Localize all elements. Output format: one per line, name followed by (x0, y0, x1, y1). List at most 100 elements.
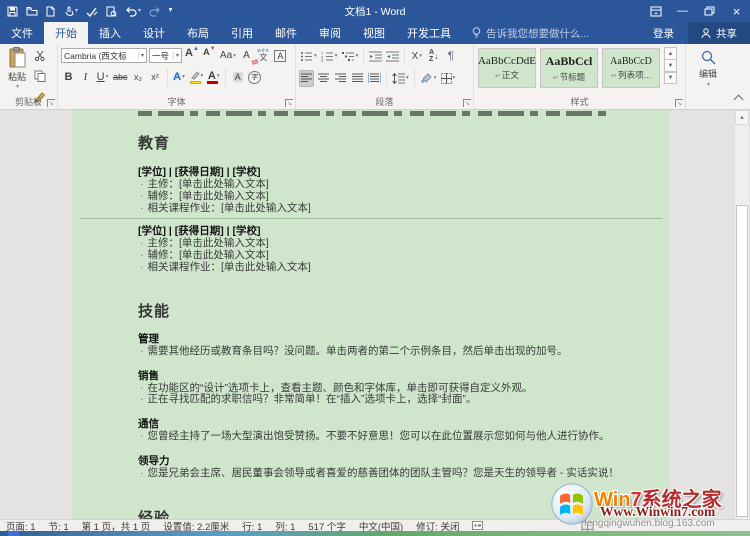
section-heading-skills: 技能 (138, 300, 670, 321)
tab-developer[interactable]: 开发工具 (396, 22, 462, 44)
clipboard-dialog-launcher[interactable]: ↘ (47, 99, 55, 107)
paragraph-dialog-launcher[interactable]: ↘ (463, 99, 471, 107)
close-button[interactable]: × (723, 0, 750, 22)
tab-design[interactable]: 设计 (132, 22, 176, 44)
style-list-item[interactable]: AaBbCcD 列表项... (602, 48, 660, 88)
gallery-more-icon[interactable]: ▼ (664, 71, 677, 84)
style-gallery: AaBbCcDdE 正文 AaBbCcl 节标题 AaBbCcD 列表项... (474, 46, 662, 88)
clipboard-group: 粘贴 ▾ 剪贴板 ↘ (0, 44, 58, 109)
word-window: ▾ ▾ ▾ 文档1 - Word — × 文件 开始 插入 设计 布局 引用 邮… (0, 0, 750, 536)
undo-icon[interactable]: ▾ (125, 6, 141, 17)
skill-bullet: 您是兄弟会主席、居民董事会领导或者喜爱的慈善团体的团队主管吗？您是天生的领导者 … (140, 468, 670, 480)
tell-me-box[interactable]: 告诉我您想要做什么... (472, 22, 589, 44)
sort-button[interactable]: AZ↓ (426, 48, 441, 65)
multilevel-list-button[interactable]: ▾ (341, 48, 360, 65)
row-divider (80, 218, 662, 219)
underline-button[interactable]: U▾ (95, 69, 110, 86)
tab-layout[interactable]: 布局 (176, 22, 220, 44)
style-normal[interactable]: AaBbCcDdE 正文 (478, 48, 536, 88)
italic-button[interactable]: I (78, 69, 93, 86)
skill-title: 通信 (138, 418, 670, 430)
paragraph-group-label: 段落 (296, 95, 473, 108)
shading-button[interactable]: ▾ (419, 70, 438, 87)
justify-button[interactable] (350, 70, 365, 87)
enclose-characters-button[interactable]: 字 (247, 69, 262, 86)
lightbulb-icon (472, 27, 481, 39)
align-left-button[interactable] (299, 70, 314, 87)
subscript-button[interactable]: x₂ (131, 69, 146, 86)
skill-title: 管理 (138, 333, 670, 345)
font-dialog-launcher[interactable]: ↘ (285, 99, 293, 107)
scrollbar-thumb[interactable] (736, 205, 748, 517)
change-case-button[interactable]: Aa▾ (219, 47, 237, 64)
increase-indent-button[interactable] (385, 48, 400, 65)
superscript-button[interactable]: x² (148, 69, 163, 86)
asian-layout-button[interactable]: X▾ (409, 48, 424, 65)
font-group-label: 字体 (58, 95, 295, 108)
align-right-button[interactable] (333, 70, 348, 87)
tab-home[interactable]: 开始 (44, 22, 88, 44)
restore-button[interactable] (696, 0, 723, 22)
numbering-button[interactable]: 123▾ (320, 48, 339, 65)
document-area: 教育 [学位] | [获得日期] | [学校] 主修：[单击此处输入文本] 辅修… (0, 110, 750, 519)
skill-bullet: 正在寻找匹配的求职信吗？非常简单！在“插入”选项卡上，选择“封面”。 (140, 394, 670, 406)
highlight-button[interactable]: ▾ (189, 69, 205, 86)
bullets-button[interactable]: ▾ (299, 48, 318, 65)
tab-file[interactable]: 文件 (0, 22, 44, 44)
print-preview-icon[interactable] (106, 6, 117, 17)
tab-references[interactable]: 引用 (220, 22, 264, 44)
align-center-button[interactable] (316, 70, 331, 87)
ink-editor-icon[interactable] (86, 6, 98, 17)
macro-record-icon[interactable] (472, 521, 483, 530)
clear-formatting-button[interactable]: A (239, 47, 254, 64)
font-name-combo[interactable]: Cambria (西文标▾ (61, 48, 147, 63)
line-spacing-button[interactable]: ▾ (391, 70, 410, 87)
tab-view[interactable]: 视图 (352, 22, 396, 44)
tab-mailings[interactable]: 邮件 (264, 22, 308, 44)
bold-button[interactable]: B (61, 69, 76, 86)
window-controls: — × (642, 0, 750, 22)
tab-insert[interactable]: 插入 (88, 22, 132, 44)
share-button[interactable]: 共享 (688, 22, 750, 44)
character-shading-button[interactable]: A (230, 69, 245, 86)
distribute-button[interactable] (367, 70, 382, 87)
skill-bullet: 需要其他经历或教育条目吗？没问题。单击两者的第二个示例条目，然后单击出现的加号。 (140, 346, 670, 358)
collapse-ribbon-icon[interactable] (734, 95, 744, 105)
copy-icon[interactable] (34, 69, 46, 87)
taskbar-button (8, 531, 19, 536)
minimize-button[interactable]: — (669, 0, 696, 22)
vertical-scrollbar[interactable]: ▲ (734, 110, 749, 519)
borders-button[interactable]: ▾ (440, 70, 457, 87)
entry-title: [学位] | [获得日期] | [学校] (138, 166, 670, 178)
cut-icon[interactable] (34, 48, 46, 66)
skill-title: 销售 (138, 370, 670, 382)
paste-button[interactable]: 粘贴 ▾ (3, 47, 31, 95)
grow-font-button[interactable]: A▲ (184, 47, 200, 64)
editing-button[interactable]: 编辑 ▾ (686, 46, 730, 88)
redo-icon (149, 6, 161, 17)
style-section-heading[interactable]: AaBbCcl 节标题 (540, 48, 598, 88)
shrink-font-button[interactable]: A▼ (202, 47, 217, 64)
sign-in-button[interactable]: 登录 (639, 22, 688, 44)
document-page[interactable]: 教育 [学位] | [获得日期] | [学校] 主修：[单击此处输入文本] 辅修… (72, 110, 670, 519)
strikethrough-button[interactable]: abc (112, 69, 129, 86)
text-effects-button[interactable]: A▾ (172, 69, 187, 86)
open-icon[interactable] (26, 6, 38, 17)
customize-qat-icon[interactable]: ▾ (169, 8, 172, 14)
touch-mode-icon[interactable]: ▾ (63, 6, 78, 17)
character-border-button[interactable]: A (273, 47, 288, 64)
font-size-combo[interactable]: 一号▾ (149, 48, 182, 63)
tab-review[interactable]: 审阅 (308, 22, 352, 44)
decrease-indent-button[interactable] (368, 48, 383, 65)
styles-dialog-launcher[interactable]: ↘ (675, 99, 683, 107)
ribbon-display-options-icon[interactable] (642, 0, 669, 22)
show-hide-marks-button[interactable]: ¶ (443, 48, 458, 65)
read-mode-icon[interactable] (581, 521, 594, 531)
font-color-button[interactable]: A▾ (206, 69, 221, 86)
new-document-icon[interactable] (46, 6, 55, 17)
save-icon[interactable] (7, 6, 18, 17)
editing-group: 编辑 ▾ (686, 44, 730, 109)
scroll-up-icon[interactable]: ▲ (735, 110, 749, 125)
taskbar-sliver (0, 531, 750, 536)
styles-group-label: 样式 (474, 95, 685, 108)
